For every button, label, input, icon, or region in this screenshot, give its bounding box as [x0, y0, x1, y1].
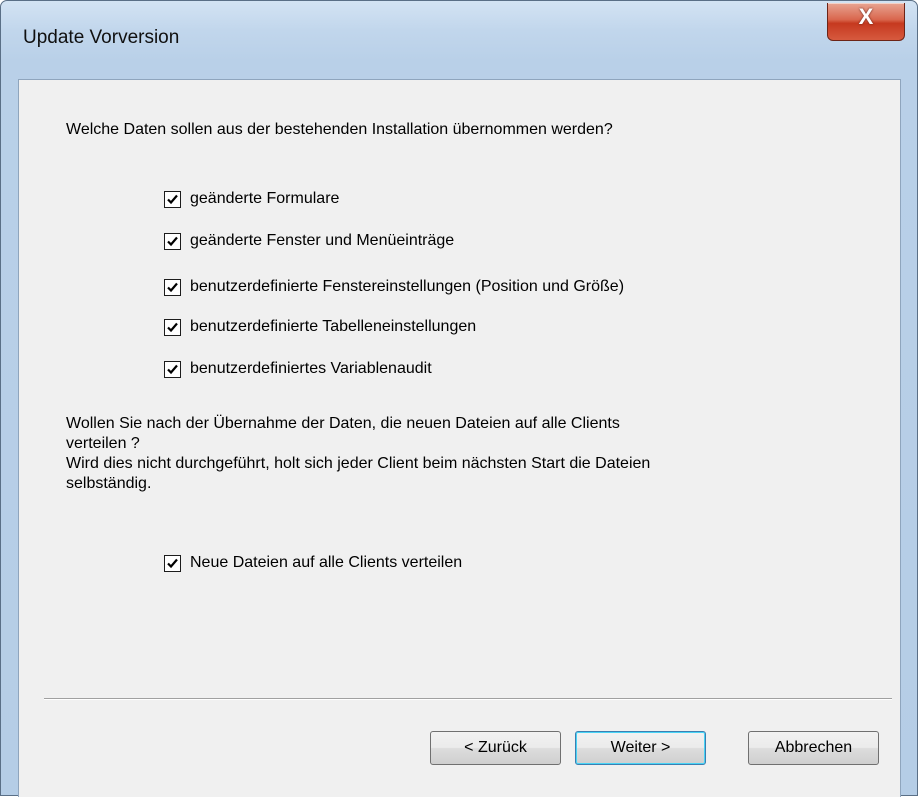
checkbox[interactable]	[164, 190, 181, 208]
option-label: benutzerdefinierte Fenstereinstellungen …	[190, 278, 625, 295]
option-distribute-files[interactable]: Neue Dateien auf alle Clients verteilen	[164, 552, 462, 574]
back-button[interactable]: < Zurück	[430, 731, 561, 765]
distribute-question-line2: verteilen ?	[66, 435, 140, 452]
check-icon	[167, 322, 178, 332]
distribute-note-line2: selbständig.	[66, 475, 152, 492]
checkbox[interactable]	[164, 318, 181, 336]
check-icon	[167, 364, 178, 374]
window-title: Update Vorversion	[23, 27, 180, 48]
next-button[interactable]: Weiter >	[575, 731, 706, 765]
option-label: geänderte Fenster und Menüeinträge	[190, 232, 455, 249]
close-button[interactable]: X	[827, 3, 905, 41]
option-window-settings[interactable]: benutzerdefinierte Fenstereinstellungen …	[164, 276, 624, 298]
option-variable-audit[interactable]: benutzerdefiniertes Variablenaudit	[164, 358, 432, 380]
title-bar[interactable]: Update Vorversion X	[1, 1, 917, 79]
option-label: benutzerdefinierte Tabelleneinstellungen	[190, 318, 477, 335]
close-icon: X	[858, 4, 874, 29]
dialog-window: Update Vorversion X Welche Daten sollen …	[0, 0, 918, 797]
option-label: Neue Dateien auf alle Clients verteilen	[190, 554, 463, 571]
option-label: geänderte Formulare	[190, 190, 340, 207]
checkbox[interactable]	[164, 232, 181, 250]
checkbox[interactable]	[164, 554, 181, 572]
distribute-question-line1: Wollen Sie nach der Übernahme der Daten,…	[66, 415, 620, 432]
option-table-settings[interactable]: benutzerdefinierte Tabelleneinstellungen	[164, 316, 476, 338]
separator	[44, 698, 892, 700]
check-icon	[167, 194, 178, 204]
option-changed-windows-menus[interactable]: geänderte Fenster und Menüeinträge	[164, 230, 454, 252]
option-label: benutzerdefiniertes Variablenaudit	[190, 360, 432, 377]
distribute-description: Wollen Sie nach der Übernahme der Daten,…	[66, 414, 866, 494]
cancel-button[interactable]: Abbrechen	[748, 731, 879, 765]
option-changed-forms[interactable]: geänderte Formulare	[164, 188, 339, 210]
question-text: Welche Daten sollen aus der bestehenden …	[66, 121, 613, 138]
dialog-content: Welche Daten sollen aus der bestehenden …	[18, 79, 901, 797]
checkbox[interactable]	[164, 278, 181, 296]
check-icon	[167, 558, 178, 568]
checkbox[interactable]	[164, 360, 181, 378]
distribute-note-line1: Wird dies nicht durchgeführt, holt sich …	[66, 455, 651, 472]
check-icon	[167, 282, 178, 292]
check-icon	[167, 236, 178, 246]
